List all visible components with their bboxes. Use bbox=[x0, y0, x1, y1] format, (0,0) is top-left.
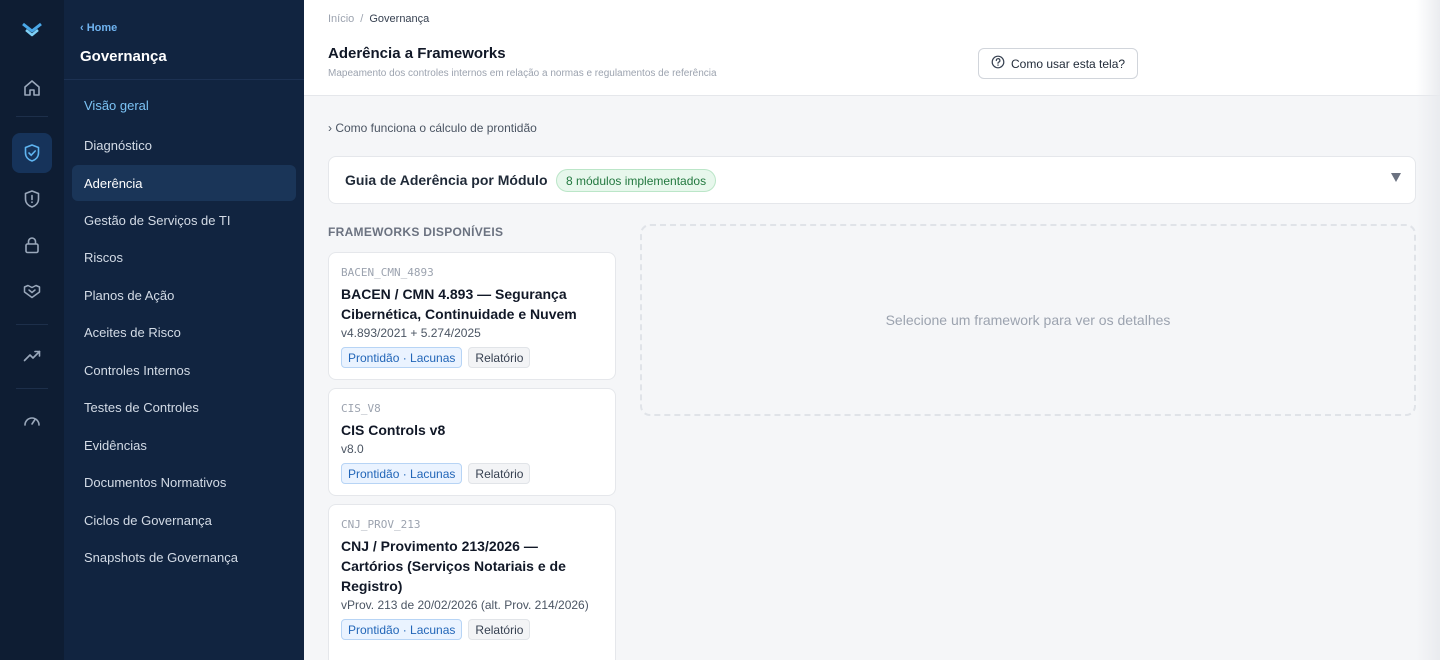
gauge-icon[interactable] bbox=[12, 401, 52, 441]
module-guide-title: Guia de Aderência por Módulo bbox=[345, 172, 548, 188]
framework-name: BACEN / CMN 4.893 — Segurança Cibernétic… bbox=[341, 286, 577, 322]
sidebar-item-controles-internos[interactable]: Controles Internos bbox=[72, 352, 296, 388]
report-tag[interactable]: Relatório bbox=[468, 347, 531, 368]
sidebar-item-ciclos-de-governanca[interactable]: Ciclos de Governança bbox=[72, 502, 296, 538]
framework-code: BACEN_CMN_4893 bbox=[341, 266, 434, 279]
sidebar-item-testes-de-controles[interactable]: Testes de Controles bbox=[72, 389, 296, 425]
icon-rail bbox=[0, 0, 64, 660]
logo-icon[interactable] bbox=[20, 20, 44, 40]
breadcrumb-separator: / bbox=[360, 13, 364, 25]
sidebar-item-gestao-servicos-ti[interactable]: Gestão de Serviços de TI bbox=[72, 202, 296, 238]
breadcrumb-current: Governança bbox=[369, 13, 430, 25]
rail-divider bbox=[16, 388, 48, 389]
page-title: Aderência a Frameworks bbox=[328, 45, 506, 62]
help-circle-icon bbox=[991, 55, 1005, 72]
edge-shadow bbox=[1416, 0, 1440, 660]
lock-icon[interactable] bbox=[12, 225, 52, 265]
rail-divider bbox=[16, 116, 48, 117]
sidebar-item-snapshots-de-governanca[interactable]: Snapshots de Governança bbox=[72, 539, 296, 575]
framework-version: v8.0 bbox=[341, 442, 364, 456]
framework-card[interactable]: BACEN_CMN_4893 BACEN / CMN 4.893 — Segur… bbox=[328, 252, 616, 380]
framework-name: CIS Controls v8 bbox=[341, 422, 446, 438]
readiness-gaps-tag[interactable]: Prontidão · Lacunas bbox=[341, 347, 463, 368]
page-header: Início / Governança Aderência a Framewor… bbox=[304, 0, 1440, 96]
handshake-icon[interactable] bbox=[12, 271, 52, 311]
report-tag[interactable]: Relatório bbox=[468, 463, 531, 484]
framework-detail-placeholder: Selecione um framework para ver os detal… bbox=[640, 224, 1416, 416]
rail-divider bbox=[16, 324, 48, 325]
sidebar-divider bbox=[64, 79, 304, 80]
report-tag[interactable]: Relatório bbox=[468, 619, 531, 640]
shield-alert-icon[interactable] bbox=[12, 179, 52, 219]
frameworks-heading: FRAMEWORKS DISPONÍVEIS bbox=[328, 225, 504, 239]
readiness-gaps-tag[interactable]: Prontidão · Lacunas bbox=[341, 619, 463, 640]
framework-tags: Prontidão · Lacunas Relatório bbox=[341, 347, 603, 368]
framework-version: vProv. 213 de 20/02/2026 (alt. Prov. 214… bbox=[341, 598, 589, 612]
framework-version: v4.893/2021 + 5.274/2025 bbox=[341, 326, 481, 340]
sidebar-item-aceites-de-risco[interactable]: Aceites de Risco bbox=[72, 314, 296, 350]
framework-code: CIS_V8 bbox=[341, 402, 381, 415]
sidebar-item-evidencias[interactable]: Evidências bbox=[72, 427, 296, 463]
help-button-label: Como usar esta tela? bbox=[1011, 56, 1126, 71]
breadcrumb: Início / Governança bbox=[328, 13, 429, 25]
sidebar-title: Governança bbox=[80, 48, 167, 65]
shield-check-icon[interactable] bbox=[12, 133, 52, 173]
framework-tags: Prontidão · Lacunas Relatório bbox=[341, 619, 603, 640]
sidebar-item-documentos-normativos[interactable]: Documentos Normativos bbox=[72, 464, 296, 500]
sidebar-item-visao-geral[interactable]: Visão geral bbox=[72, 87, 296, 123]
module-guide-accordion[interactable]: Guia de Aderência por Módulo 8 módulos i… bbox=[328, 156, 1416, 204]
framework-card[interactable]: CNJ_PROV_213 CNJ / Provimento 213/2026 —… bbox=[328, 504, 616, 660]
help-button[interactable]: Como usar esta tela? bbox=[978, 48, 1139, 79]
breadcrumb-home[interactable]: Início bbox=[328, 13, 354, 25]
framework-tags: Prontidão · Lacunas Relatório bbox=[341, 463, 603, 484]
modules-badge: 8 módulos implementados bbox=[556, 169, 717, 192]
sidebar: ‹ Home Governança Visão geral Diagnóstic… bbox=[64, 0, 304, 660]
sidebar-item-riscos[interactable]: Riscos bbox=[72, 239, 296, 275]
framework-card[interactable]: CIS_V8 CIS Controls v8 v8.0 Prontidão · … bbox=[328, 388, 616, 496]
sidebar-item-diagnostico[interactable]: Diagnóstico bbox=[72, 127, 296, 163]
sidebar-item-aderencia[interactable]: Aderência bbox=[72, 165, 296, 201]
framework-name: CNJ / Provimento 213/2026 — Cartórios (S… bbox=[341, 538, 566, 594]
page-subtitle: Mapeamento dos controles internos em rel… bbox=[328, 68, 717, 79]
sidebar-item-planos-de-acao[interactable]: Planos de Ação bbox=[72, 277, 296, 313]
back-home-link[interactable]: ‹ Home bbox=[80, 22, 117, 34]
calc-explainer-toggle[interactable]: › Como funciona o cálculo de prontidão bbox=[328, 121, 537, 135]
caret-down-icon[interactable] bbox=[1391, 173, 1401, 182]
trending-up-icon[interactable] bbox=[12, 336, 52, 376]
main-content: Início / Governança Aderência a Framewor… bbox=[304, 0, 1440, 660]
home-icon[interactable] bbox=[12, 68, 52, 108]
detail-placeholder-text: Selecione um framework para ver os detal… bbox=[885, 312, 1171, 328]
readiness-gaps-tag[interactable]: Prontidão · Lacunas bbox=[341, 463, 463, 484]
framework-code: CNJ_PROV_213 bbox=[341, 518, 421, 531]
